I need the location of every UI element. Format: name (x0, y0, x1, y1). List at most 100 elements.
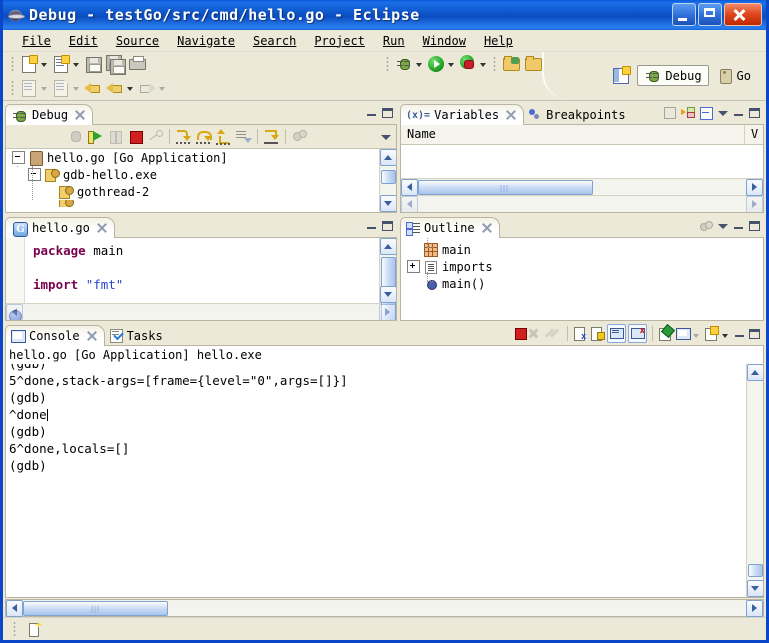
scroll-track[interactable] (418, 197, 746, 212)
scroll-right-button[interactable] (746, 600, 763, 617)
back-dropdown-icon[interactable] (126, 79, 134, 97)
scroll-thumb[interactable] (23, 601, 168, 616)
open-console-dropdown-icon[interactable] (721, 326, 729, 341)
tab-variables[interactable]: (x)= Variables (400, 104, 524, 125)
scroll-down-button[interactable] (380, 195, 397, 212)
minimize-icon[interactable] (365, 106, 378, 119)
tree-row-launch[interactable]: hello.go [Go Application] (6, 149, 379, 166)
editor-gutter[interactable] (6, 238, 25, 303)
maximize-icon[interactable] (748, 327, 761, 340)
scroll-down-button[interactable] (380, 286, 397, 303)
scroll-left-button[interactable] (401, 196, 418, 213)
nav-toolbar-grip[interactable] (11, 80, 14, 96)
close-icon[interactable] (482, 223, 492, 233)
tree-row-thread[interactable]: gothread-2 (6, 183, 379, 200)
run-toolbar-grip[interactable] (386, 56, 389, 72)
scroll-track[interactable] (381, 255, 396, 286)
show-logical-structure-icon[interactable] (680, 105, 695, 120)
minimize-icon[interactable] (732, 219, 745, 232)
drop-to-frame-icon[interactable] (262, 127, 281, 146)
outline-row-imports[interactable]: imports (401, 258, 763, 275)
step-return-icon[interactable] (214, 127, 233, 146)
perspective-debug[interactable]: Debug (637, 65, 708, 86)
view-menu-icon[interactable] (716, 106, 729, 119)
menu-run[interactable]: Run (374, 32, 414, 50)
scroll-track[interactable] (748, 381, 763, 580)
open-toolbar-grip[interactable] (493, 56, 496, 72)
terminate-icon[interactable] (513, 326, 528, 341)
view-menu-icon[interactable] (379, 130, 392, 143)
editor-vscrollbar[interactable] (379, 238, 396, 303)
tab-outline[interactable]: Outline (400, 217, 500, 238)
menu-navigate[interactable]: Navigate (168, 32, 244, 50)
tab-breakpoints[interactable]: Breakpoints (524, 104, 632, 125)
maximize-icon[interactable] (381, 106, 394, 119)
menu-window[interactable]: Window (414, 32, 475, 50)
new-project-icon[interactable] (51, 54, 71, 74)
maximize-icon[interactable] (748, 219, 761, 232)
open-console-icon[interactable] (704, 326, 719, 341)
scroll-right-button[interactable] (746, 179, 763, 196)
perspective-go[interactable]: Go (711, 65, 758, 86)
run-external-tools-icon[interactable] (458, 54, 478, 74)
code-area[interactable]: package main import "fmt" func main() { … (25, 238, 379, 303)
console-vscrollbar[interactable] (746, 364, 763, 597)
close-icon[interactable] (506, 110, 516, 120)
column-header-name[interactable]: Name (401, 125, 745, 144)
open-perspective-icon[interactable] (611, 66, 631, 86)
save-icon[interactable] (83, 54, 103, 74)
expander-icon[interactable] (12, 151, 25, 164)
minimize-icon[interactable] (365, 219, 378, 232)
resume-icon[interactable] (86, 127, 105, 146)
close-icon[interactable] (87, 331, 97, 341)
menu-project[interactable]: Project (305, 32, 374, 50)
suspend-icon[interactable] (106, 127, 125, 146)
scroll-lock-icon[interactable] (590, 326, 605, 341)
variables-hscrollbar[interactable] (401, 178, 763, 195)
clear-console-icon[interactable]: x (573, 326, 588, 341)
scroll-left-button[interactable] (6, 304, 23, 321)
sort-icon[interactable] (698, 218, 713, 233)
remove-launch-icon[interactable] (530, 326, 545, 341)
debug-tree-vscrollbar[interactable] (379, 149, 396, 212)
external-tools-dropdown-icon[interactable] (479, 55, 487, 73)
remove-all-terminated-icon[interactable] (547, 326, 562, 341)
minimize-icon[interactable] (733, 327, 746, 340)
variables-table-body[interactable] (401, 145, 763, 178)
thread-filter-icon[interactable] (290, 127, 309, 146)
back-icon[interactable] (105, 78, 125, 98)
scroll-up-button[interactable] (747, 364, 764, 381)
pin-console-icon[interactable] (658, 326, 673, 341)
scroll-thumb[interactable] (418, 180, 593, 195)
show-console-on-error-icon[interactable]: x (628, 324, 647, 343)
new-project-dropdown-icon[interactable] (72, 55, 80, 73)
close-icon[interactable] (75, 110, 85, 120)
close-button[interactable] (724, 3, 762, 26)
back-last-edit-icon[interactable] (83, 78, 103, 98)
toolbar-grip[interactable] (11, 56, 14, 72)
scroll-down-button[interactable] (747, 580, 764, 597)
disconnect-icon[interactable] (146, 127, 165, 146)
forward-dropdown-icon[interactable] (158, 79, 166, 97)
new-page-icon[interactable] (51, 78, 71, 98)
editor-hscrollbar[interactable] (6, 303, 396, 320)
debug-dropdown-icon[interactable] (415, 55, 423, 73)
reconnect-icon[interactable] (66, 127, 85, 146)
maximize-icon[interactable] (748, 106, 761, 119)
new-page-dropdown-icon[interactable] (72, 79, 80, 97)
expander-icon[interactable] (407, 260, 420, 273)
collapse-all-icon[interactable] (698, 105, 713, 120)
step-into-icon[interactable] (174, 127, 193, 146)
tree-row-partial[interactable] (6, 200, 379, 207)
run-icon[interactable] (426, 54, 446, 74)
step-filters-icon[interactable] (234, 127, 253, 146)
expander-icon[interactable] (28, 168, 41, 181)
maximize-icon[interactable] (381, 219, 394, 232)
variables-detail-hscrollbar[interactable] (401, 195, 763, 212)
tab-debug[interactable]: Debug (5, 104, 93, 125)
new-editor-icon[interactable] (19, 78, 39, 98)
run-dropdown-icon[interactable] (447, 55, 455, 73)
tree-row-process[interactable]: gdb-hello.exe (6, 166, 379, 183)
scroll-right-button[interactable] (746, 196, 763, 213)
open-type-icon[interactable] (501, 54, 521, 74)
